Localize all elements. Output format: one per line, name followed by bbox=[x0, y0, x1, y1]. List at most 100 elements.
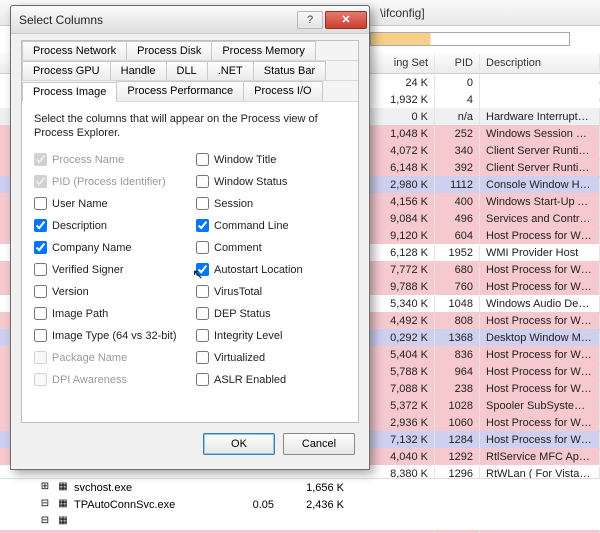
checkbox-input[interactable] bbox=[196, 307, 209, 320]
cell-description: Host Process for Windows S… bbox=[480, 313, 600, 329]
checkbox-verified-signer[interactable]: Verified Signer bbox=[34, 261, 184, 279]
tab-dll[interactable]: DLL bbox=[166, 61, 208, 80]
checkbox-label: Session bbox=[214, 198, 253, 210]
checkbox-dep-status[interactable]: DEP Status bbox=[196, 305, 346, 323]
cell-description: Host Process for Windows S… bbox=[480, 279, 600, 295]
checkbox-input[interactable] bbox=[196, 241, 209, 254]
cell-description: Client Server Runtime Process bbox=[480, 143, 600, 159]
tab-row-2: Process GPUHandleDLL.NETStatus Bar bbox=[22, 61, 358, 81]
tree-row[interactable]: ⊟▦ bbox=[0, 513, 600, 530]
cell-pid: 496 bbox=[435, 211, 480, 227]
checkbox-label: Verified Signer bbox=[52, 264, 124, 276]
cell-pid: 760 bbox=[435, 279, 480, 295]
checkbox-input[interactable] bbox=[34, 263, 47, 276]
checkbox-autostart-location[interactable]: Autostart Location↖ bbox=[196, 261, 346, 279]
checkbox-input[interactable] bbox=[34, 219, 47, 232]
checkbox-input[interactable] bbox=[196, 285, 209, 298]
checkbox-image-type-64-vs-32-bit-[interactable]: Image Type (64 vs 32-bit) bbox=[34, 327, 184, 345]
checkbox-input[interactable] bbox=[196, 219, 209, 232]
cell-pid: 1060 bbox=[435, 415, 480, 431]
checkbox-company-name[interactable]: Company Name bbox=[34, 239, 184, 257]
checkbox-input[interactable] bbox=[196, 153, 209, 166]
checkbox-input[interactable] bbox=[196, 329, 209, 342]
cell-pid: n/a bbox=[435, 109, 480, 125]
cell-description: Host Process for Windows S… bbox=[480, 228, 600, 244]
cell-working-set: 5,788 K bbox=[370, 364, 435, 380]
tab-process-disk[interactable]: Process Disk bbox=[126, 41, 212, 60]
title-text: \ifconfig] bbox=[380, 6, 425, 20]
tab-container: Process NetworkProcess DiskProcess Memor… bbox=[21, 40, 359, 423]
checkbox-window-title[interactable]: Window Title bbox=[196, 151, 346, 169]
checkbox-label: Image Type (64 vs 32-bit) bbox=[52, 330, 177, 342]
checkbox-input[interactable] bbox=[196, 373, 209, 386]
cell-pid: 1028 bbox=[435, 398, 480, 414]
checkbox-session[interactable]: Session bbox=[196, 195, 346, 213]
checkbox-user-name[interactable]: User Name bbox=[34, 195, 184, 213]
cell-description: Windows Start-Up Application bbox=[480, 194, 600, 210]
checkbox-input[interactable] bbox=[34, 307, 47, 320]
cancel-button[interactable]: Cancel bbox=[283, 433, 355, 455]
checkbox-virtualized[interactable]: Virtualized bbox=[196, 349, 346, 367]
cell-description: Hardware Interrupts and DPCs bbox=[480, 109, 600, 125]
expand-icon[interactable]: ⊟ bbox=[38, 515, 52, 529]
cell-description: Host Process for Windows S… bbox=[480, 381, 600, 397]
dialog-buttons: OK Cancel bbox=[21, 423, 359, 459]
cell-pid: 964 bbox=[435, 364, 480, 380]
checkbox-input[interactable] bbox=[196, 263, 209, 276]
expand-icon[interactable]: ⊟ bbox=[38, 498, 52, 512]
cell-pid: 1284 bbox=[435, 432, 480, 448]
cell-working-set: 7,088 K bbox=[370, 381, 435, 397]
tab--net[interactable]: .NET bbox=[207, 61, 254, 80]
close-button[interactable]: ✕ bbox=[325, 11, 367, 29]
proc-name: svchost.exe bbox=[74, 482, 224, 494]
checkbox-label: Command Line bbox=[214, 220, 289, 232]
tab-process-gpu[interactable]: Process GPU bbox=[22, 61, 111, 80]
cell-working-set: 4,072 K bbox=[370, 143, 435, 159]
tree-row[interactable]: ⊞▦svchost.exe1,656 K bbox=[0, 479, 600, 496]
tab-process-i-o[interactable]: Process I/O bbox=[243, 81, 322, 101]
checkbox-description[interactable]: Description bbox=[34, 217, 184, 235]
checkbox-version[interactable]: Version bbox=[34, 283, 184, 301]
checkbox-input[interactable] bbox=[196, 175, 209, 188]
checkbox-comment[interactable]: Comment bbox=[196, 239, 346, 257]
checkbox-virustotal[interactable]: VirusTotal bbox=[196, 283, 346, 301]
tab-status-bar[interactable]: Status Bar bbox=[253, 61, 326, 80]
checkbox-label: DEP Status bbox=[214, 308, 271, 320]
checkbox-window-status[interactable]: Window Status bbox=[196, 173, 346, 191]
tab-process-performance[interactable]: Process Performance bbox=[116, 81, 244, 101]
cell-working-set: 9,120 K bbox=[370, 228, 435, 244]
checkbox-aslr-enabled[interactable]: ASLR Enabled bbox=[196, 371, 346, 389]
cell-working-set: 5,372 K bbox=[370, 398, 435, 414]
cell-working-set: 4,040 K bbox=[370, 449, 435, 465]
cell-description: Host Process for Windows T… bbox=[480, 432, 600, 448]
checkbox-input[interactable] bbox=[34, 285, 47, 298]
help-button[interactable]: ? bbox=[297, 11, 323, 29]
checkbox-input[interactable] bbox=[34, 241, 47, 254]
tab-handle[interactable]: Handle bbox=[110, 61, 167, 80]
ok-button[interactable]: OK bbox=[203, 433, 275, 455]
cell-working-set: 4,156 K bbox=[370, 194, 435, 210]
header-pid[interactable]: PID bbox=[435, 55, 480, 71]
tab-process-network[interactable]: Process Network bbox=[22, 41, 127, 60]
checkbox-command-line[interactable]: Command Line bbox=[196, 217, 346, 235]
cell-pid: 680 bbox=[435, 262, 480, 278]
checkbox-label: Version bbox=[52, 286, 89, 298]
checkbox-image-path[interactable]: Image Path bbox=[34, 305, 184, 323]
checkbox-input[interactable] bbox=[34, 329, 47, 342]
checkbox-input[interactable] bbox=[34, 197, 47, 210]
tab-process-memory[interactable]: Process Memory bbox=[211, 41, 316, 60]
checkbox-label: Package Name bbox=[52, 352, 127, 364]
tree-row[interactable]: ⊟▦TPAutoConnSvc.exe0.052,436 K bbox=[0, 496, 600, 513]
header-description[interactable]: Description bbox=[480, 55, 600, 71]
tab-process-image[interactable]: Process Image bbox=[22, 82, 117, 102]
cell-pid: 0 bbox=[435, 75, 480, 91]
checkbox-input[interactable] bbox=[196, 197, 209, 210]
header-working-set[interactable]: ing Set bbox=[370, 55, 435, 71]
expand-icon[interactable]: ⊞ bbox=[38, 481, 52, 495]
checkbox-input bbox=[34, 373, 47, 386]
checkbox-integrity-level[interactable]: Integrity Level bbox=[196, 327, 346, 345]
tab-content: Select the columns that will appear on t… bbox=[22, 102, 358, 422]
dialog-titlebar[interactable]: Select Columns ? ✕ bbox=[11, 6, 369, 34]
checkbox-input[interactable] bbox=[196, 351, 209, 364]
tab-row-3: Process ImageProcess PerformanceProcess … bbox=[22, 81, 358, 102]
